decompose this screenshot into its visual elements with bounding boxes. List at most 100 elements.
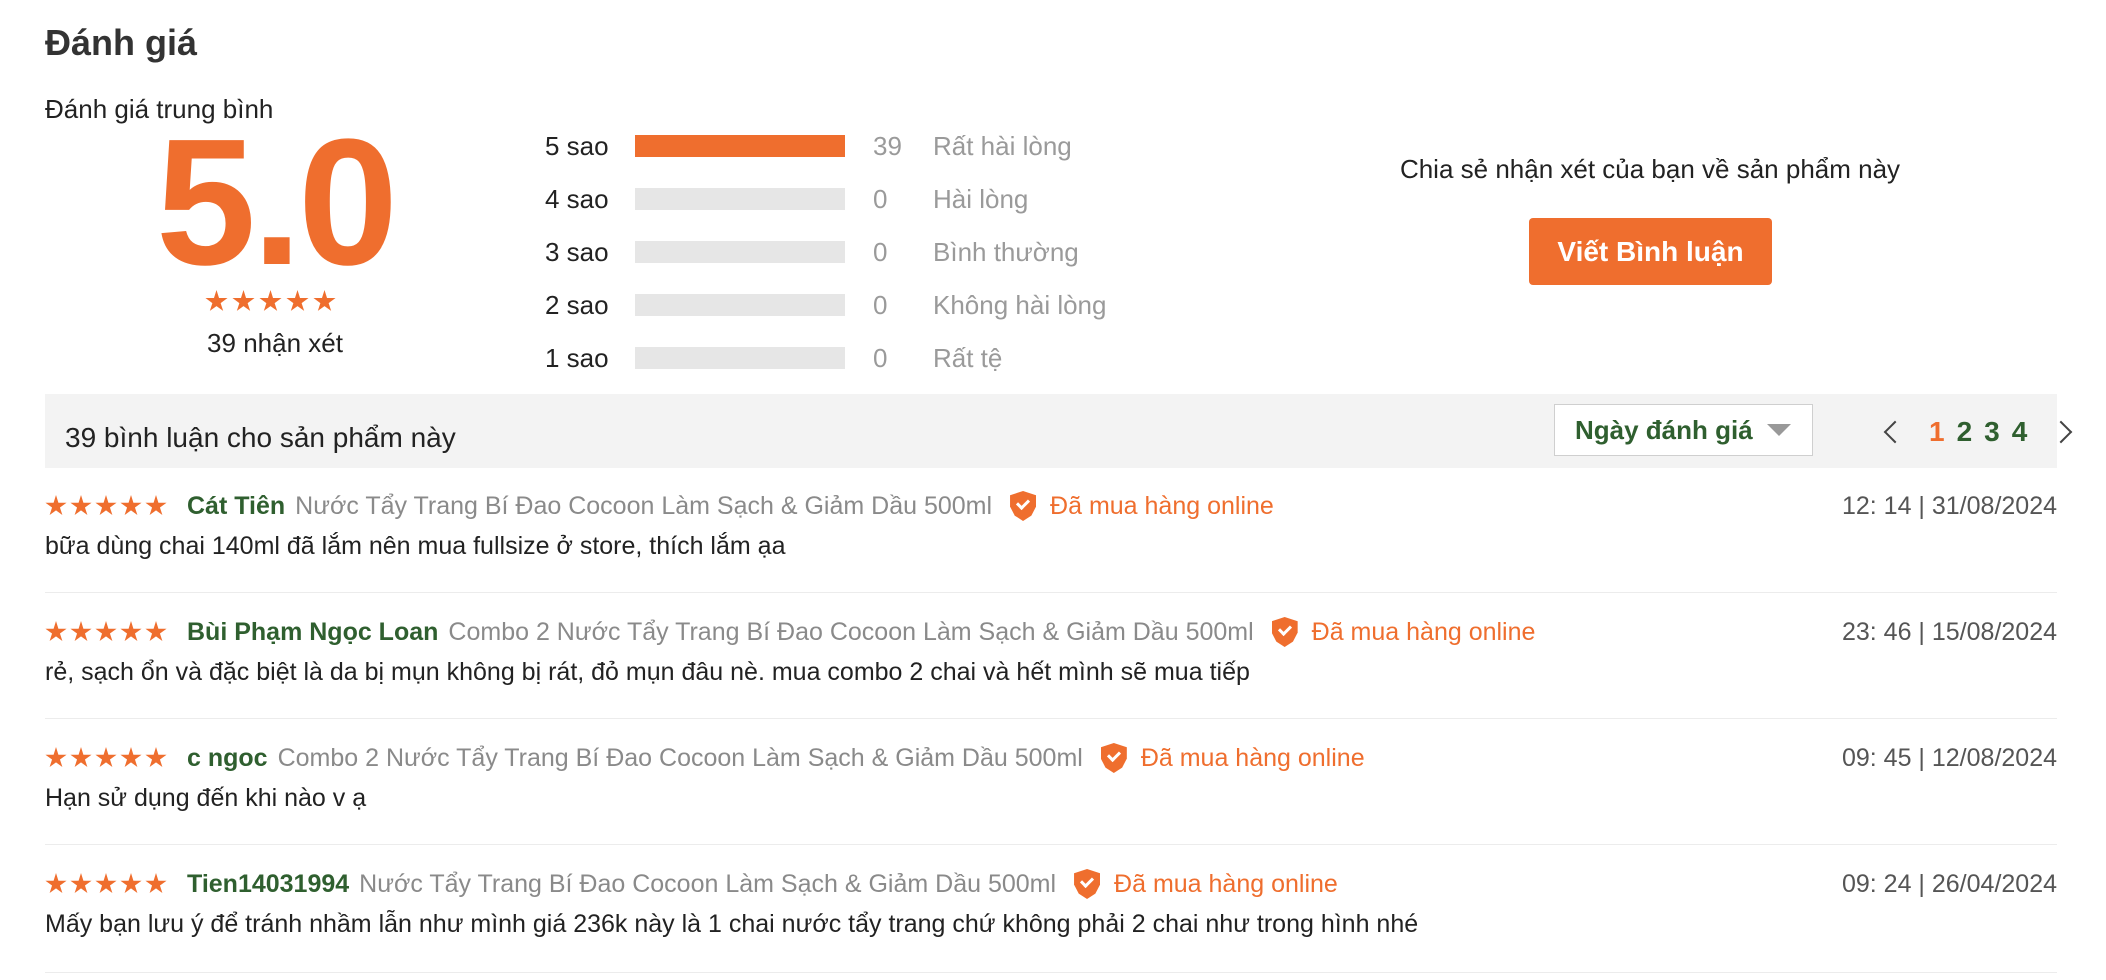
review-header: c ngoc Combo 2 Nước Tẩy Trang Bí Đao Coc… <box>45 738 1365 778</box>
review-content: Hạn sử dụng đến khi nào v ạ <box>45 784 367 812</box>
average-rating-value: 5.0 <box>155 102 398 303</box>
review-item: Bùi Phạm Ngọc Loan Combo 2 Nước Tẩy Tran… <box>45 612 2057 719</box>
review-header: Cát Tiên Nước Tẩy Trang Bí Đao Cocoon Là… <box>45 486 1274 526</box>
rating-row-text: Hài lòng <box>933 183 1029 214</box>
rating-bar <box>635 135 845 157</box>
review-stars <box>45 747 167 769</box>
review-stars <box>45 495 167 517</box>
rating-bar <box>635 347 845 369</box>
review-timestamp: 09: 45 | 12/08/2024 <box>1841 743 2057 772</box>
rating-row-label: 2 sao <box>545 289 609 320</box>
review-stars <box>45 621 167 643</box>
rating-bar <box>635 241 845 263</box>
star-icon <box>45 873 67 894</box>
star-icon <box>70 495 92 516</box>
review-author: Bùi Phạm Ngọc Loan <box>187 617 439 646</box>
review-item: Cát Tiên Nước Tẩy Trang Bí Đao Cocoon Là… <box>45 486 2057 593</box>
review-stars <box>45 873 167 895</box>
star-icon <box>145 495 167 516</box>
rating-row-count: 0 <box>873 236 888 267</box>
rating-row-text: Rất tệ <box>933 342 1003 373</box>
rating-row-text: Bình thường <box>933 236 1079 267</box>
star-icon <box>145 873 167 894</box>
rating-row-5: 5 sao 39 Rất hài lòng <box>545 126 1072 166</box>
star-icon <box>286 290 309 311</box>
review-timestamp: 23: 46 | 15/08/2024 <box>1841 617 2057 646</box>
verified-purchase-badge: Đã mua hàng online <box>1311 617 1536 646</box>
review-product[interactable]: Combo 2 Nước Tẩy Trang Bí Đao Cocoon Làm… <box>448 618 1253 647</box>
review-content: Mấy bạn lưu ý để tránh nhầm lẫn như mình… <box>45 910 1419 938</box>
star-icon <box>145 621 167 642</box>
review-item: Tien14031994 Nước Tẩy Trang Bí Đao Cocoo… <box>45 864 2057 973</box>
review-author: Cát Tiên <box>187 491 286 520</box>
rating-row-count: 0 <box>873 342 888 373</box>
star-icon <box>45 495 67 516</box>
review-product[interactable]: Combo 2 Nước Tẩy Trang Bí Đao Cocoon Làm… <box>278 744 1083 773</box>
star-icon <box>95 495 117 516</box>
rating-row-count: 0 <box>873 289 888 320</box>
review-content: bữa dùng chai 140ml đã lắm nên mua fulls… <box>45 532 786 560</box>
shield-check-icon <box>1100 743 1127 773</box>
sort-dropdown-label: Ngày đánh giá <box>1575 414 1753 445</box>
star-icon <box>70 621 92 642</box>
verified-purchase-badge: Đã mua hàng online <box>1140 743 1365 772</box>
rating-row-label: 5 sao <box>545 130 609 161</box>
star-icon <box>120 621 142 642</box>
rating-bar-fill <box>635 135 845 157</box>
review-product[interactable]: Nước Tẩy Trang Bí Đao Cocoon Làm Sạch & … <box>359 870 1056 899</box>
shield-check-icon <box>1010 491 1037 521</box>
rating-row-1: 1 sao 0 Rất tệ <box>545 338 1002 378</box>
star-icon <box>95 621 117 642</box>
rating-row-count: 39 <box>873 130 902 161</box>
review-count: 39 nhận xét <box>207 328 343 358</box>
write-review-button[interactable]: Viết Bình luận <box>1529 218 1772 285</box>
shield-check-icon <box>1074 869 1101 899</box>
star-icon <box>232 290 255 311</box>
star-icon <box>45 747 67 768</box>
star-icon <box>120 873 142 894</box>
review-product[interactable]: Nước Tẩy Trang Bí Đao Cocoon Làm Sạch & … <box>295 492 992 521</box>
rating-row-3: 3 sao 0 Bình thường <box>545 232 1079 272</box>
average-rating-stars <box>205 290 336 313</box>
rating-bar <box>635 294 845 316</box>
shield-check-icon <box>1271 617 1298 647</box>
chevron-right-icon[interactable] <box>2049 420 2073 444</box>
star-icon <box>120 747 142 768</box>
rating-row-label: 4 sao <box>545 183 609 214</box>
verified-purchase-badge: Đã mua hàng online <box>1114 869 1338 898</box>
page-link-3[interactable]: 3 <box>1984 416 2000 448</box>
star-icon <box>70 873 92 894</box>
review-content: rẻ, sạch ổn và đặc biệt là da bị mụn khô… <box>45 658 1250 686</box>
reviews-toolbar: 39 bình luận cho sản phẩm này Ngày đánh … <box>45 394 2073 468</box>
review-author: Tien14031994 <box>187 869 350 898</box>
review-timestamp: 09: 24 | 26/04/2024 <box>1841 869 2057 898</box>
caret-down-icon <box>1766 424 1791 436</box>
star-icon <box>120 495 142 516</box>
page-link-4[interactable]: 4 <box>2012 416 2028 448</box>
star-icon <box>313 290 336 311</box>
page-link-2[interactable]: 2 <box>1957 416 1973 448</box>
chevron-left-icon[interactable] <box>1883 420 1907 444</box>
review-header: Tien14031994 Nước Tẩy Trang Bí Đao Cocoo… <box>45 864 1338 904</box>
rating-row-4: 4 sao 0 Hài lòng <box>545 179 1028 219</box>
page-link-1[interactable]: 1 <box>1929 416 1945 448</box>
star-icon <box>259 290 282 311</box>
rating-row-count: 0 <box>873 183 888 214</box>
star-icon <box>95 873 117 894</box>
review-author: c ngoc <box>187 743 268 772</box>
rating-row-2: 2 sao 0 Không hài lòng <box>545 285 1106 325</box>
review-timestamp: 12: 14 | 31/08/2024 <box>1841 491 2057 520</box>
star-icon <box>95 747 117 768</box>
share-review-prompt: Chia sẻ nhận xét của bạn về sản phẩm này <box>1399 154 1901 184</box>
rating-row-label: 1 sao <box>545 342 609 373</box>
rating-row-text: Không hài lòng <box>933 289 1107 320</box>
pagination: 1 2 3 4 <box>1883 412 2073 452</box>
sort-dropdown[interactable]: Ngày đánh giá <box>1554 404 1813 456</box>
rating-bar <box>635 188 845 210</box>
rating-row-text: Rất hài lòng <box>933 130 1072 161</box>
review-header: Bùi Phạm Ngọc Loan Combo 2 Nước Tẩy Tran… <box>45 612 1535 652</box>
star-icon <box>70 747 92 768</box>
section-title: Đánh giá <box>45 22 198 63</box>
review-item: c ngoc Combo 2 Nước Tẩy Trang Bí Đao Coc… <box>45 738 2057 845</box>
star-icon <box>45 621 67 642</box>
